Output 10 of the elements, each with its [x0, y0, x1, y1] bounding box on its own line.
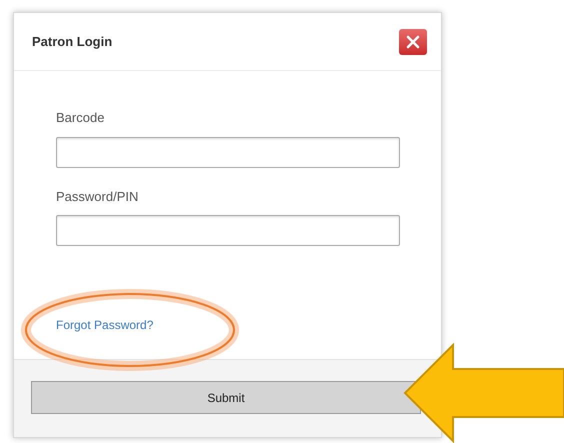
submit-button[interactable]: Submit — [31, 381, 421, 414]
field-label: Barcode — [56, 109, 106, 127]
input-field[interactable] — [56, 215, 400, 246]
close-button[interactable] — [399, 28, 427, 54]
field-label: Password/PIN — [56, 188, 140, 206]
input-field[interactable] — [56, 136, 400, 168]
dialog-title: Patron Login — [32, 32, 112, 51]
arrow-icon — [403, 343, 564, 443]
close-icon — [405, 34, 421, 50]
forgot-password-link[interactable]: Forgot Password? — [56, 318, 154, 332]
